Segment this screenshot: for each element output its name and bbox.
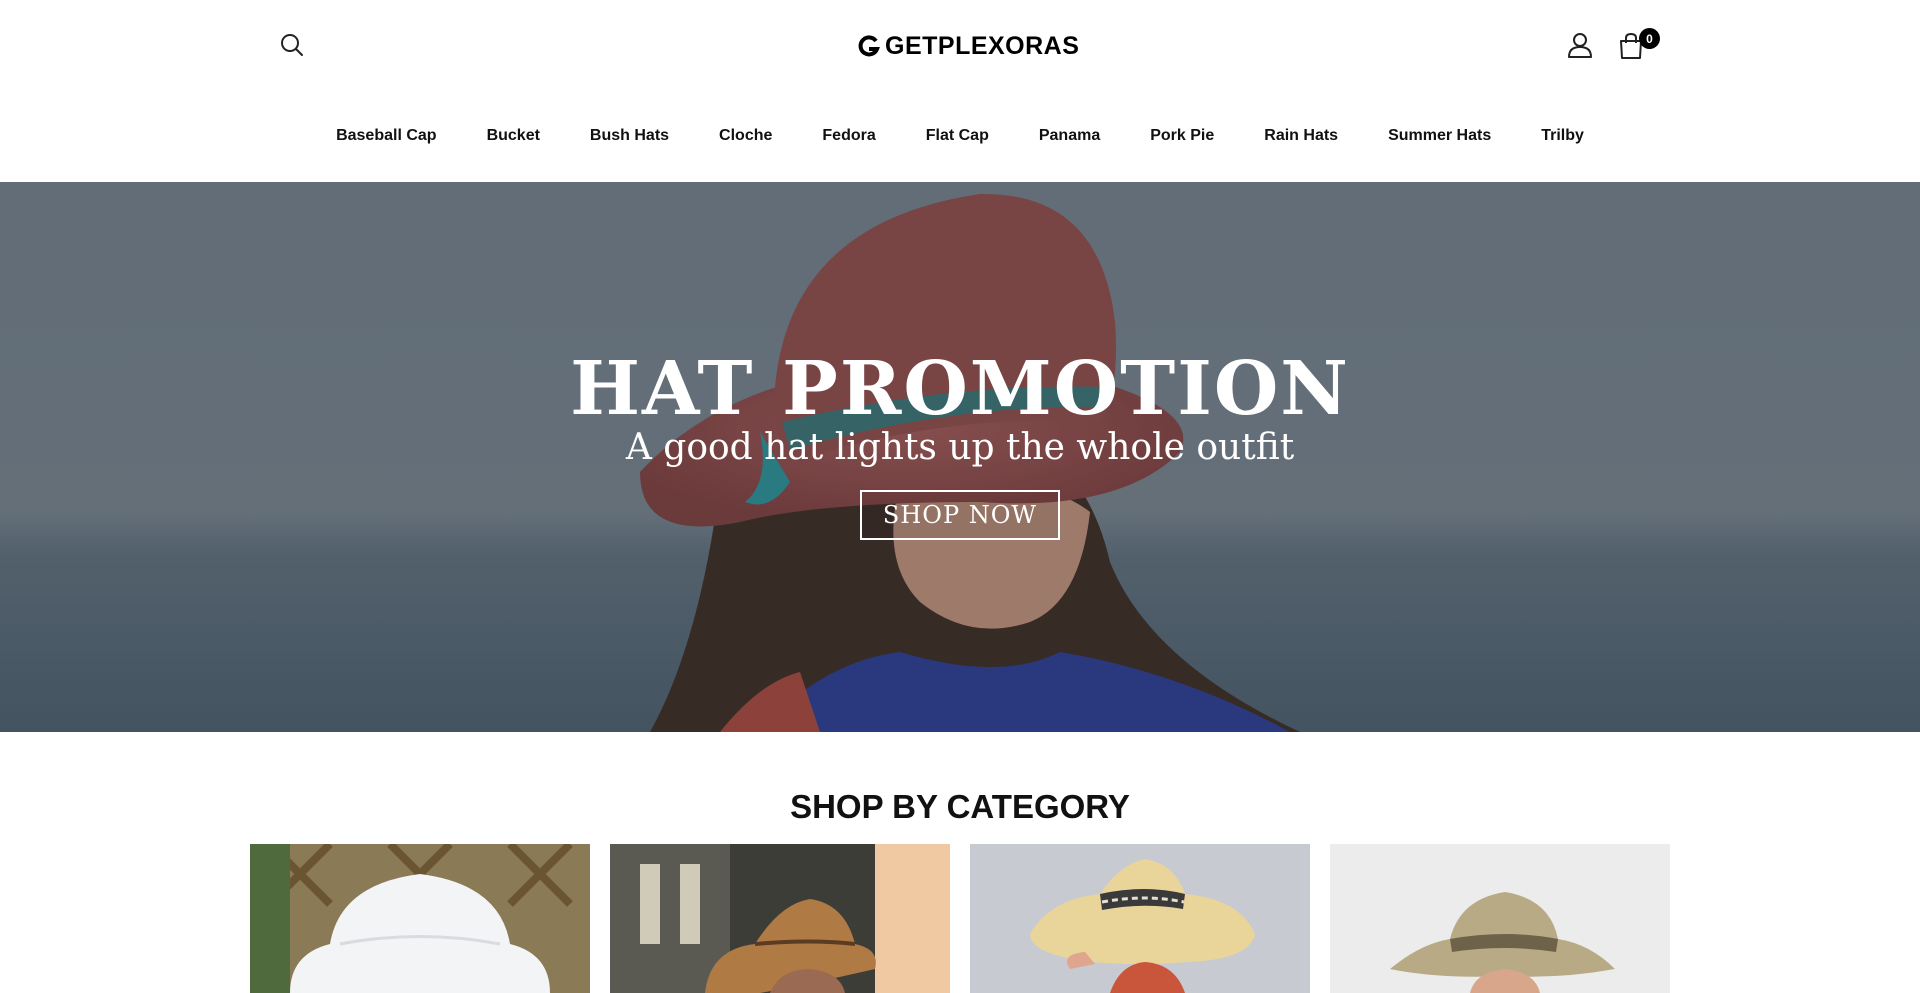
nav-item-pork-pie[interactable]: Pork Pie	[1125, 120, 1239, 152]
hero-banner[interactable]: HAT PROMOTION A good hat lights up the w…	[0, 182, 1920, 732]
site-header: GETPLEXORAS 0 Baseball Cap Bucket Bush H…	[0, 0, 1920, 182]
nav-item-rain-hats[interactable]: Rain Hats	[1239, 120, 1363, 152]
category-card-bush-hats[interactable]	[1330, 844, 1670, 993]
nav-item-flat-cap[interactable]: Flat Cap	[901, 120, 1014, 152]
section-title-shop-by-category: SHOP BY CATEGORY	[790, 788, 1130, 825]
nav-item-panama[interactable]: Panama	[1014, 120, 1125, 152]
site-logo[interactable]: GETPLEXORAS	[858, 29, 1079, 63]
nav-item-bucket[interactable]: Bucket	[462, 120, 565, 152]
cart-count-badge: 0	[1639, 28, 1660, 49]
nav-item-baseball-cap[interactable]: Baseball Cap	[311, 120, 461, 152]
category-card-panama[interactable]	[970, 844, 1310, 993]
category-card-fedora[interactable]	[610, 844, 950, 993]
search-icon[interactable]	[278, 31, 306, 59]
logo-icon	[858, 35, 880, 57]
category-image	[250, 844, 590, 993]
category-image	[610, 844, 950, 993]
nav-item-trilby[interactable]: Trilby	[1516, 120, 1609, 152]
category-card-bucket[interactable]	[250, 844, 590, 993]
nav-item-fedora[interactable]: Fedora	[797, 120, 900, 152]
nav-item-bush-hats[interactable]: Bush Hats	[565, 120, 694, 152]
category-image	[970, 844, 1310, 993]
user-icon[interactable]	[1566, 31, 1594, 59]
shop-now-button[interactable]: SHOP NOW	[860, 490, 1060, 540]
logo-text: GETPLEXORAS	[885, 31, 1080, 60]
nav-item-summer-hats[interactable]: Summer Hats	[1363, 120, 1516, 152]
nav-item-cloche[interactable]: Cloche	[694, 120, 797, 152]
hero-title: HAT PROMOTION	[570, 346, 1350, 432]
main-nav: Baseball Cap Bucket Bush Hats Cloche Fed…	[0, 120, 1920, 152]
category-grid	[250, 844, 1670, 993]
hero-subtitle: A good hat lights up the whole outfit	[625, 427, 1295, 468]
category-image	[1330, 844, 1670, 993]
